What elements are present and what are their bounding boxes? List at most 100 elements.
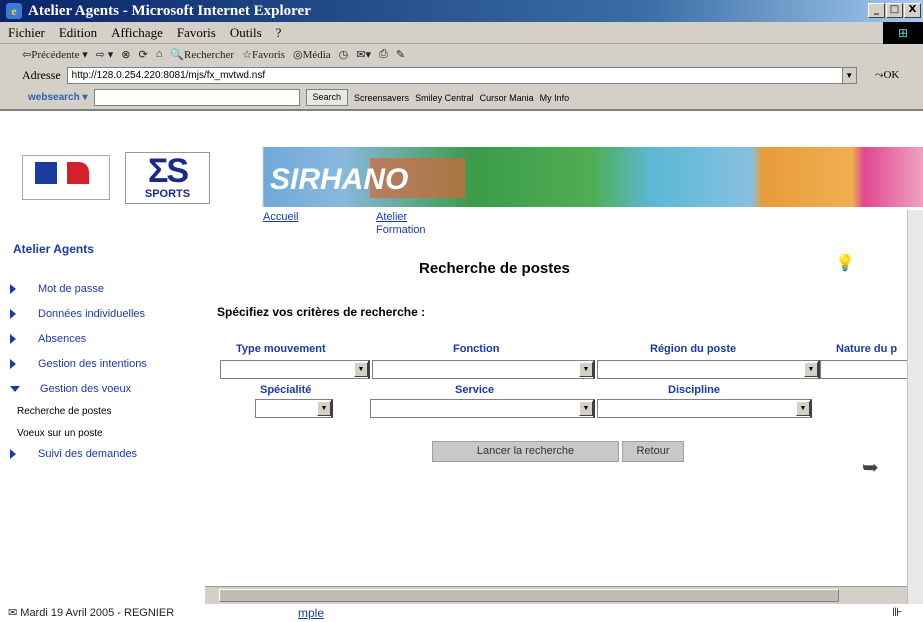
forward-button[interactable]: ⇨ ▾ [96,48,114,61]
status-link[interactable]: mple [298,606,324,620]
menu-bar: Fichier Edition Affichage Favoris Outils… [0,22,923,44]
sidebar-item-donnees[interactable]: Données individuelles [10,308,145,320]
menu-edition[interactable]: Edition [59,25,97,41]
maximize-button[interactable]: □ [886,3,903,18]
sidebar-item-label: Gestion des intentions [38,358,147,370]
sidebar-item-suivi[interactable]: Suivi des demandes [10,448,137,460]
stop-icon[interactable]: ⊗ [121,48,130,61]
triangle-right-icon [10,309,16,319]
sports-logo-text: SPORTS [144,188,191,200]
label-type-mouvement: Type mouvement [236,343,326,355]
websearch-button[interactable]: Search [305,89,349,106]
triangle-down-icon [10,386,20,392]
browser-toolbar: ⇦Précédente ▾ ⇨ ▾ ⊗ ⟳ ⌂ 🔍Rechercher ☆Fav… [0,44,923,64]
sidebar-item-label: Gestion des voeux [40,383,132,395]
sidebar-item-label: Suivi des demandes [38,448,138,460]
websearch-toolbar: websearch ▾ Search Screensavers Smiley C… [0,86,923,111]
websearch-input[interactable] [93,89,300,106]
cursor-mania-link[interactable]: Cursor Mania [480,93,534,103]
menu-favoris[interactable]: Favoris [177,25,216,41]
search-submit-button[interactable]: Lancer la recherche [432,441,619,462]
go-label: OK [883,68,900,81]
sidebar-item-label: Absences [38,333,87,345]
dropdown-arrow-icon: ▼ [804,362,818,377]
triangle-right-icon [10,359,16,369]
nav-accueil-link[interactable]: Accueil [263,211,298,223]
websearch-brand[interactable]: websearch ▾ [28,92,88,103]
my-info-link[interactable]: My Info [540,93,570,103]
windows-logo-icon: ⊞ [883,22,923,44]
label-fonction: Fonction [453,343,500,355]
triangle-right-icon [10,284,16,294]
search-toolbar-label: Rechercher [184,48,235,61]
select-service[interactable]: ▼ [370,399,595,418]
label-specialite: Spécialité [260,384,312,396]
select-fonction[interactable]: ▼ [372,360,595,379]
menu-help[interactable]: ? [276,25,282,41]
status-text: ✉ Mardi 19 Avril 2005 - REGNIER [8,607,175,619]
minimize-button[interactable]: _ [868,3,885,18]
label-service: Service [455,384,495,396]
menu-affichage[interactable]: Affichage [111,25,163,41]
select-discipline[interactable]: ▼ [597,399,812,418]
back-button[interactable]: ⇦Précédente ▾ [22,48,88,61]
select-nature[interactable] [820,360,907,379]
smiley-central-link[interactable]: Smiley Central [415,93,474,103]
triangle-right-icon [10,449,16,459]
mail-icon[interactable]: ✉▾ [356,48,371,61]
sidebar-item-voeux[interactable]: Gestion des voeux [10,383,131,395]
dropdown-arrow-icon: ▼ [317,401,331,416]
search-toolbar-button[interactable]: 🔍Rechercher [170,48,234,61]
horizontal-scrollbar[interactable] [205,586,907,604]
sports-logo: ƩS SPORTS [125,152,210,204]
site-name: SIRHANO [270,163,409,196]
address-bar: Adresse http://128.0.254.220:8081/mjs/fx… [0,64,923,86]
dropdown-arrow-icon: ▼ [354,362,368,377]
address-dropdown-icon[interactable]: ▼ [841,67,856,83]
select-type-mouvement[interactable]: ▼ [220,360,370,379]
favorites-label: Favoris [251,48,285,61]
close-button[interactable]: X [904,3,921,18]
scrollbar-thumb[interactable] [219,589,839,602]
nav-formation-link[interactable]: Formation [376,224,426,236]
sidebar-subitem-voeux-poste[interactable]: Voeux sur un poste [17,428,103,439]
sidebar-item-label: Mot de passe [38,283,105,295]
vertical-scrollbar[interactable] [907,210,923,605]
nav-atelier-link[interactable]: Atelier [376,211,407,223]
menu-outils[interactable]: Outils [230,25,262,41]
screensavers-link[interactable]: Screensavers [354,93,409,103]
address-input[interactable]: http://128.0.254.220:8081/mjs/fx_mvtwd.n… [66,66,857,84]
criteria-heading: Spécifiez vos critères de recherche : [217,305,426,319]
edit-icon[interactable]: ✎ [396,48,405,61]
print-icon[interactable]: ⎙ [379,48,388,61]
window-title: Atelier Agents - Microsoft Internet Expl… [28,2,311,19]
back-button-form[interactable]: Retour [622,441,684,462]
select-region[interactable]: ▼ [597,360,820,379]
sidebar-title: Atelier Agents [13,242,94,256]
dropdown-arrow-icon: ▼ [796,401,810,416]
triangle-right-icon [10,334,16,344]
select-specialite[interactable]: ▼ [255,399,333,418]
refresh-icon[interactable]: ⟳ [138,48,147,61]
media-button[interactable]: ◎Média [293,48,331,61]
help-bulb-icon[interactable]: 💡 [835,253,855,275]
window-controls: _ □ X [868,3,921,18]
menu-fichier[interactable]: Fichier [8,25,45,41]
favorites-button[interactable]: ☆Favoris [242,48,285,61]
sidebar-item-mot-de-passe[interactable]: Mot de passe [10,283,104,295]
label-discipline: Discipline [668,384,720,396]
sidebar-item-absences[interactable]: Absences [10,333,86,345]
ministry-logo [22,155,110,200]
ie-icon: e [6,3,22,19]
sidebar-item-intentions[interactable]: Gestion des intentions [10,358,147,370]
sidebar-subitem-recherche[interactable]: Recherche de postes [17,406,112,417]
home-icon[interactable]: ⌂ [156,48,163,60]
dropdown-arrow-icon: ▼ [579,401,593,416]
label-region: Région du poste [650,343,737,355]
history-icon[interactable]: ◷ [339,48,349,61]
media-label: Média [302,48,331,61]
go-button[interactable]: ⤳OK [875,69,900,82]
address-url: http://128.0.254.220:8081/mjs/fx_mvtwd.n… [71,69,266,81]
return-arrow-icon[interactable]: ➥ [862,455,879,480]
zone-icon: ⊪ [892,605,903,619]
